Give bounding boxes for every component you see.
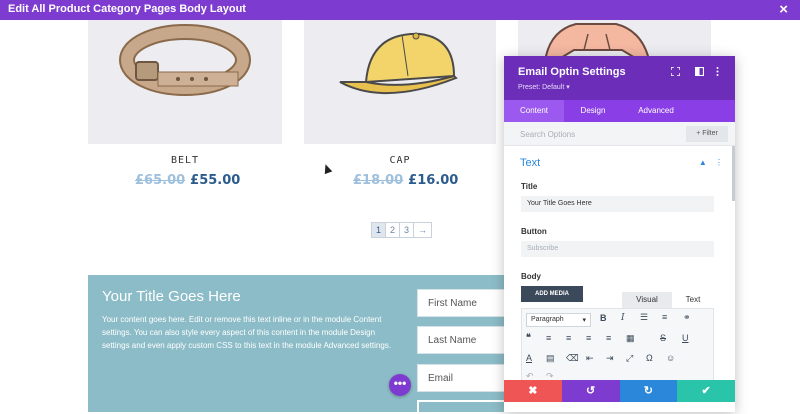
preset-dropdown[interactable]: Preset: Default ▾ bbox=[518, 83, 570, 91]
discard-button[interactable]: ✖ bbox=[504, 380, 562, 402]
redo-button[interactable]: ↻ bbox=[619, 380, 678, 402]
page-3-link[interactable]: 3 bbox=[400, 223, 414, 237]
format-select[interactable]: Paragraph ▾ bbox=[526, 313, 591, 327]
check-icon: ✔ bbox=[701, 385, 711, 397]
fullscreen-icon[interactable] bbox=[670, 66, 681, 78]
panel-tabs: Content Design Advanced bbox=[504, 100, 735, 122]
panel-action-bar: ✖ ↺ ↻ ✔ bbox=[504, 380, 735, 402]
button-text-input[interactable]: Subscribe bbox=[521, 241, 714, 257]
split-view-icon[interactable] bbox=[694, 66, 705, 78]
undo-icon: ↺ bbox=[586, 385, 596, 397]
panel-header: Email Optin Settings Preset: Default ▾ bbox=[504, 56, 735, 100]
product-image-cap[interactable] bbox=[304, 20, 496, 144]
special-character-icon[interactable]: Ω bbox=[646, 353, 653, 363]
page-2-link[interactable]: 2 bbox=[386, 223, 400, 237]
page-1-link[interactable]: 1 bbox=[372, 223, 386, 237]
align-center-icon[interactable]: ≡ bbox=[566, 333, 571, 343]
button-label: Button bbox=[521, 227, 547, 236]
optin-body[interactable]: Your content goes here. Edit or remove t… bbox=[102, 313, 402, 352]
link-icon[interactable]: ⚭ bbox=[683, 312, 691, 323]
product-name[interactable]: BELT bbox=[88, 155, 282, 166]
title-input[interactable]: Your Title Goes Here bbox=[521, 196, 714, 212]
italic-icon[interactable]: I bbox=[621, 313, 625, 323]
emoji-icon[interactable]: ☺ bbox=[666, 353, 675, 363]
visual-editor-tab[interactable]: Visual bbox=[622, 292, 672, 308]
text-section-title[interactable]: Text bbox=[520, 157, 540, 169]
close-icon: ✖ bbox=[528, 385, 538, 397]
align-right-icon[interactable]: ≡ bbox=[586, 333, 591, 343]
filter-button[interactable]: + Filter bbox=[686, 126, 728, 142]
numbered-list-icon[interactable]: ≡ bbox=[662, 312, 667, 322]
tab-advanced[interactable]: Advanced bbox=[622, 100, 690, 122]
title-label: Title bbox=[521, 182, 538, 191]
outdent-icon[interactable]: ⇤ bbox=[586, 353, 594, 364]
layout-title: Edit All Product Category Pages Body Lay… bbox=[8, 3, 246, 15]
close-icon[interactable]: × bbox=[779, 1, 788, 19]
section-menu-icon[interactable]: ⋮ bbox=[715, 158, 723, 167]
underline-icon[interactable]: U bbox=[682, 333, 689, 343]
bold-icon[interactable]: B bbox=[600, 313, 607, 323]
belt-image bbox=[119, 24, 251, 96]
table-icon[interactable]: ▦ bbox=[626, 333, 635, 344]
next-page-icon[interactable]: → bbox=[414, 223, 431, 237]
bullet-list-icon[interactable]: ☰ bbox=[640, 312, 648, 323]
save-button[interactable]: ✔ bbox=[677, 380, 735, 402]
text-editor-tab[interactable]: Text bbox=[672, 292, 714, 308]
panel-title: Email Optin Settings bbox=[518, 66, 626, 78]
align-justify-icon[interactable]: ≡ bbox=[606, 333, 611, 343]
old-price: £18.00 bbox=[353, 173, 404, 188]
add-media-button[interactable]: ADD MEDIA bbox=[521, 286, 583, 302]
more-options-icon[interactable]: ••• bbox=[389, 374, 411, 396]
product-image-belt[interactable] bbox=[88, 20, 282, 144]
tab-design[interactable]: Design bbox=[564, 100, 622, 122]
kebab-menu-icon[interactable] bbox=[716, 67, 719, 78]
chevron-up-icon[interactable]: ▲ bbox=[699, 158, 707, 167]
search-row: Search Options + Filter bbox=[504, 122, 735, 146]
undo-button[interactable]: ↺ bbox=[561, 380, 620, 402]
panel-scrollbar[interactable] bbox=[732, 146, 735, 201]
settings-panel: Email Optin Settings Preset: Default ▾ C… bbox=[504, 56, 735, 412]
section-controls: ▲ ⋮ bbox=[699, 158, 723, 167]
product-price: £18.00 £16.00 bbox=[353, 173, 458, 188]
old-price: £65.00 bbox=[135, 173, 186, 188]
align-left-icon[interactable]: ≡ bbox=[546, 333, 551, 343]
paste-icon[interactable]: ▤ bbox=[546, 353, 555, 364]
product-name[interactable]: CAP bbox=[304, 155, 496, 166]
redo-icon: ↻ bbox=[643, 385, 653, 397]
strikethrough-icon[interactable]: S bbox=[660, 333, 666, 343]
indent-icon[interactable]: ⇥ bbox=[606, 353, 614, 364]
fullscreen-editor-icon[interactable]: ⤢ bbox=[626, 353, 633, 364]
format-select-value: Paragraph bbox=[531, 316, 564, 323]
body-label: Body bbox=[521, 272, 541, 281]
optin-title[interactable]: Your Title Goes Here bbox=[102, 288, 241, 305]
clear-format-icon[interactable]: ⌫ bbox=[566, 353, 579, 364]
product-price: £65.00 £55.00 bbox=[135, 173, 240, 188]
rich-text-toolbar: Paragraph ▾ B I ☰ ≡ ⚭ ❝ ≡ ≡ ≡ ≡ ▦ S U A … bbox=[521, 308, 714, 384]
cap-image bbox=[339, 32, 458, 94]
search-options-input[interactable]: Search Options bbox=[520, 130, 575, 139]
tab-content[interactable]: Content bbox=[504, 100, 564, 122]
builder-top-bar: Edit All Product Category Pages Body Lay… bbox=[0, 0, 800, 20]
sale-price: £16.00 bbox=[408, 173, 459, 188]
pagination: 1 2 3 → bbox=[371, 222, 432, 238]
blockquote-icon[interactable]: ❝ bbox=[526, 333, 531, 343]
text-color-icon[interactable]: A bbox=[526, 353, 532, 363]
chevron-down-icon: ▾ bbox=[582, 317, 586, 324]
sale-price: £55.00 bbox=[190, 173, 241, 188]
